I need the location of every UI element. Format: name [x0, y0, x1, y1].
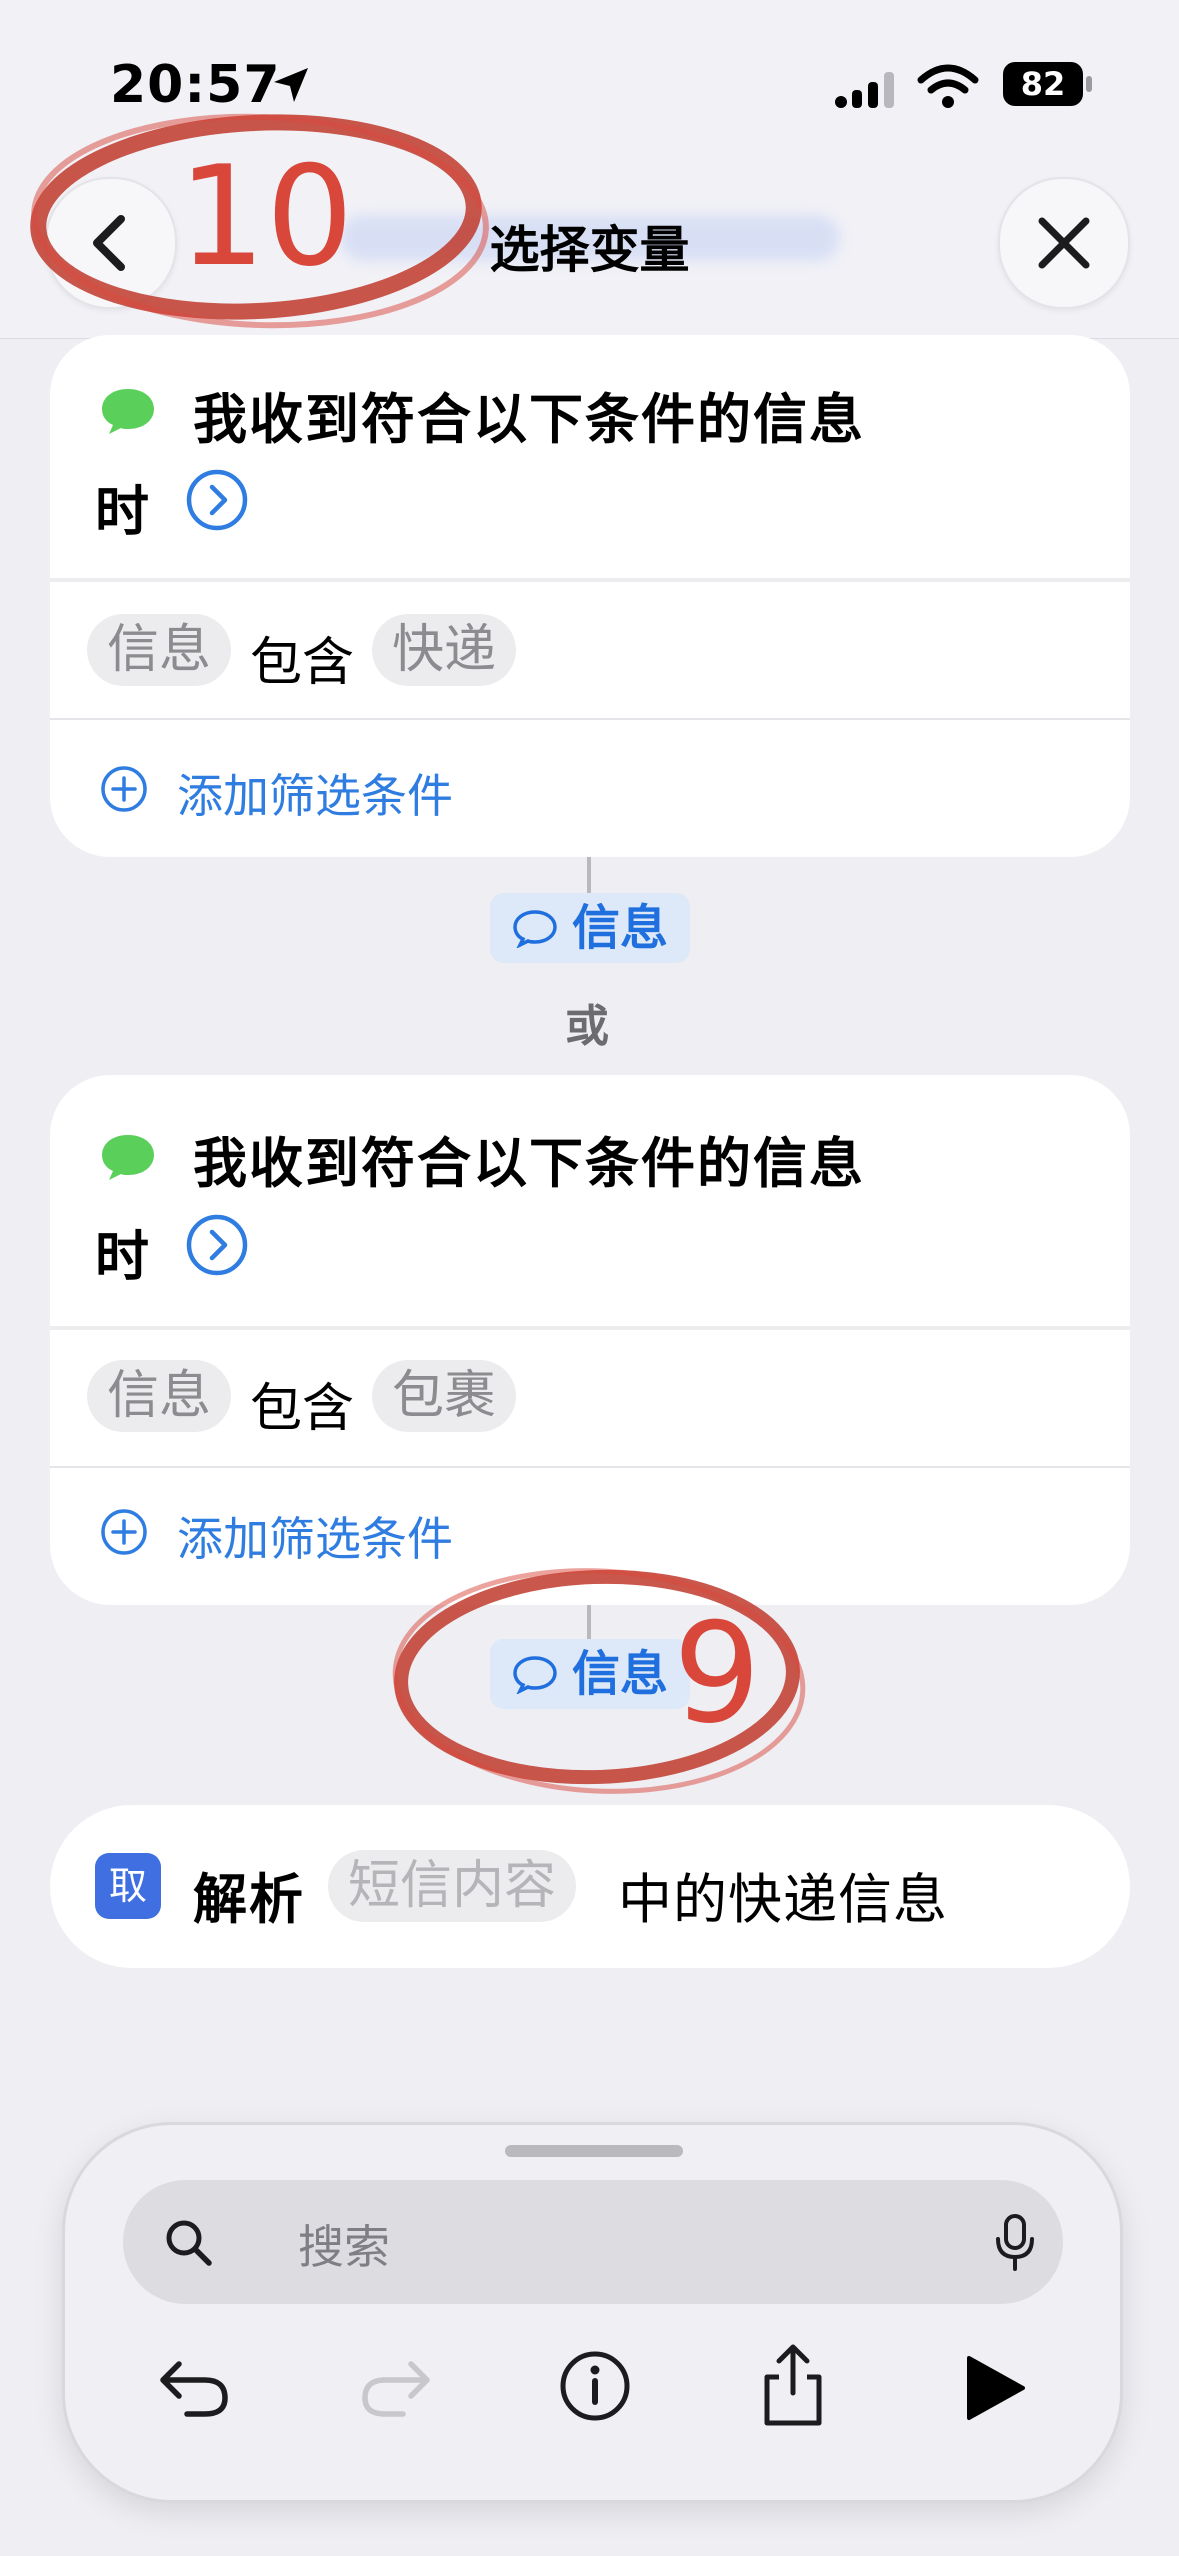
- trigger-row[interactable]: 我收到符合以下条件的信息 时: [50, 1075, 1130, 1330]
- trigger-text-line1: 我收到符合以下条件的信息: [193, 1132, 865, 1195]
- close-button[interactable]: [998, 177, 1130, 309]
- trigger-row[interactable]: 我收到符合以下条件的信息 时: [50, 335, 1130, 580]
- action-verb: 解析: [193, 1868, 305, 1931]
- plus-circle-icon: [101, 1509, 147, 1555]
- chevron-right-circle-icon[interactable]: [185, 468, 249, 532]
- bottom-toolbar: 搜索: [62, 2122, 1123, 2503]
- info-icon[interactable]: [557, 2348, 633, 2424]
- search-icon: [166, 2220, 212, 2266]
- messages-bubble-icon: [102, 389, 154, 434]
- condition-subject-token[interactable]: 信息: [87, 614, 232, 686]
- flow-connector: [587, 857, 591, 893]
- battery-cap: [1086, 76, 1092, 92]
- share-icon[interactable]: [755, 2341, 831, 2431]
- filter-condition-row: 信息 包含 包裹: [50, 1330, 1130, 1470]
- trigger-card-1: 我收到符合以下条件的信息 时 信息 包含 快递 添加筛选条件: [50, 335, 1130, 857]
- trigger-text-line1: 我收到符合以下条件的信息: [193, 388, 865, 451]
- add-filter-row[interactable]: 添加筛选条件: [50, 720, 1130, 857]
- redo-icon[interactable]: [357, 2350, 433, 2420]
- variable-chip-label: 信息: [572, 900, 669, 956]
- condition-subject-token[interactable]: 信息: [87, 1360, 232, 1432]
- variable-chip-message[interactable]: 信息: [490, 893, 691, 963]
- trigger-card-2: 我收到符合以下条件的信息 时 信息 包含 包裹 添加筛选条件: [50, 1075, 1130, 1605]
- action-param-token[interactable]: 短信内容: [328, 1850, 577, 1922]
- annotation-step-number: 9: [673, 1593, 761, 1754]
- battery-indicator: 82: [1003, 62, 1083, 106]
- messages-bubble-icon: [102, 1135, 154, 1180]
- sheet-grabber[interactable]: [505, 2145, 683, 2157]
- app-icon: 取: [95, 1853, 161, 1919]
- filter-condition-row: 信息 包含 快递: [50, 582, 1130, 722]
- condition-value-token[interactable]: 快递: [372, 614, 517, 686]
- or-separator: 或: [565, 1001, 609, 1052]
- plus-circle-icon: [101, 766, 147, 812]
- wifi-icon: [917, 64, 979, 108]
- condition-operator[interactable]: 包含: [250, 1366, 354, 1441]
- action-suffix: 中的快递信息: [618, 1868, 948, 1931]
- condition-value-token[interactable]: 包裹: [372, 1360, 517, 1432]
- undo-icon[interactable]: [157, 2350, 233, 2420]
- annotation-step-number: 10: [178, 136, 354, 297]
- play-icon[interactable]: [955, 2350, 1031, 2426]
- action-card-parse[interactable]: 取 解析 短信内容 中的快递信息: [50, 1805, 1130, 1968]
- trigger-text-line2: 时: [95, 480, 151, 543]
- search-placeholder: 搜索: [298, 2220, 390, 2274]
- microphone-icon[interactable]: [993, 2213, 1037, 2273]
- trigger-text-line2: 时: [95, 1225, 151, 1288]
- app-icon-glyph: 取: [108, 1864, 147, 1908]
- search-field[interactable]: 搜索: [123, 2180, 1063, 2304]
- chevron-right-circle-icon[interactable]: [185, 1213, 249, 1277]
- message-bubble-outline-icon: [513, 910, 557, 949]
- battery-percentage: 82: [1020, 65, 1066, 103]
- add-filter-label: 添加筛选条件: [177, 769, 453, 823]
- cellular-signal-icon: [835, 72, 894, 108]
- condition-operator[interactable]: 包含: [250, 620, 354, 695]
- xmark-icon: [1038, 217, 1090, 269]
